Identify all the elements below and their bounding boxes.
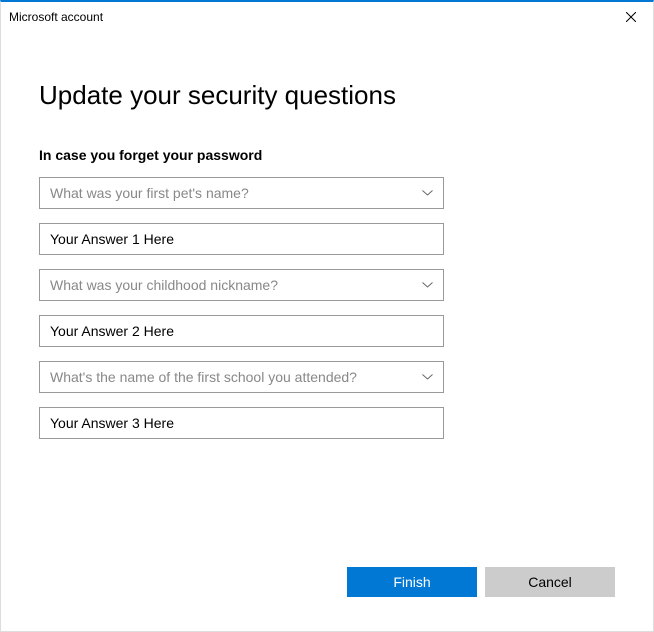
security-answer-input-2[interactable] [39, 315, 444, 347]
chevron-down-icon [421, 187, 433, 199]
page-title: Update your security questions [39, 80, 615, 111]
question-group-2: What was your childhood nickname? [39, 269, 444, 347]
select-value: What's the name of the first school you … [50, 369, 357, 385]
page-subtitle: In case you forget your password [39, 147, 615, 163]
question-group-3: What's the name of the first school you … [39, 361, 444, 439]
select-value: What was your childhood nickname? [50, 277, 278, 293]
security-answer-input-3[interactable] [39, 407, 444, 439]
close-icon [626, 12, 636, 22]
finish-button[interactable]: Finish [347, 567, 477, 597]
chevron-down-icon [421, 279, 433, 291]
security-question-select-3[interactable]: What's the name of the first school you … [39, 361, 444, 393]
select-value: What was your first pet's name? [50, 185, 249, 201]
cancel-button[interactable]: Cancel [485, 567, 615, 597]
dialog-footer: Finish Cancel [347, 567, 615, 597]
security-question-select-2[interactable]: What was your childhood nickname? [39, 269, 444, 301]
dialog-content: Update your security questions In case y… [1, 32, 653, 439]
question-group-1: What was your first pet's name? [39, 177, 444, 255]
security-question-select-1[interactable]: What was your first pet's name? [39, 177, 444, 209]
titlebar: Microsoft account [1, 2, 653, 32]
security-answer-input-1[interactable] [39, 223, 444, 255]
chevron-down-icon [421, 371, 433, 383]
window-title: Microsoft account [9, 10, 103, 24]
close-button[interactable] [608, 2, 653, 32]
